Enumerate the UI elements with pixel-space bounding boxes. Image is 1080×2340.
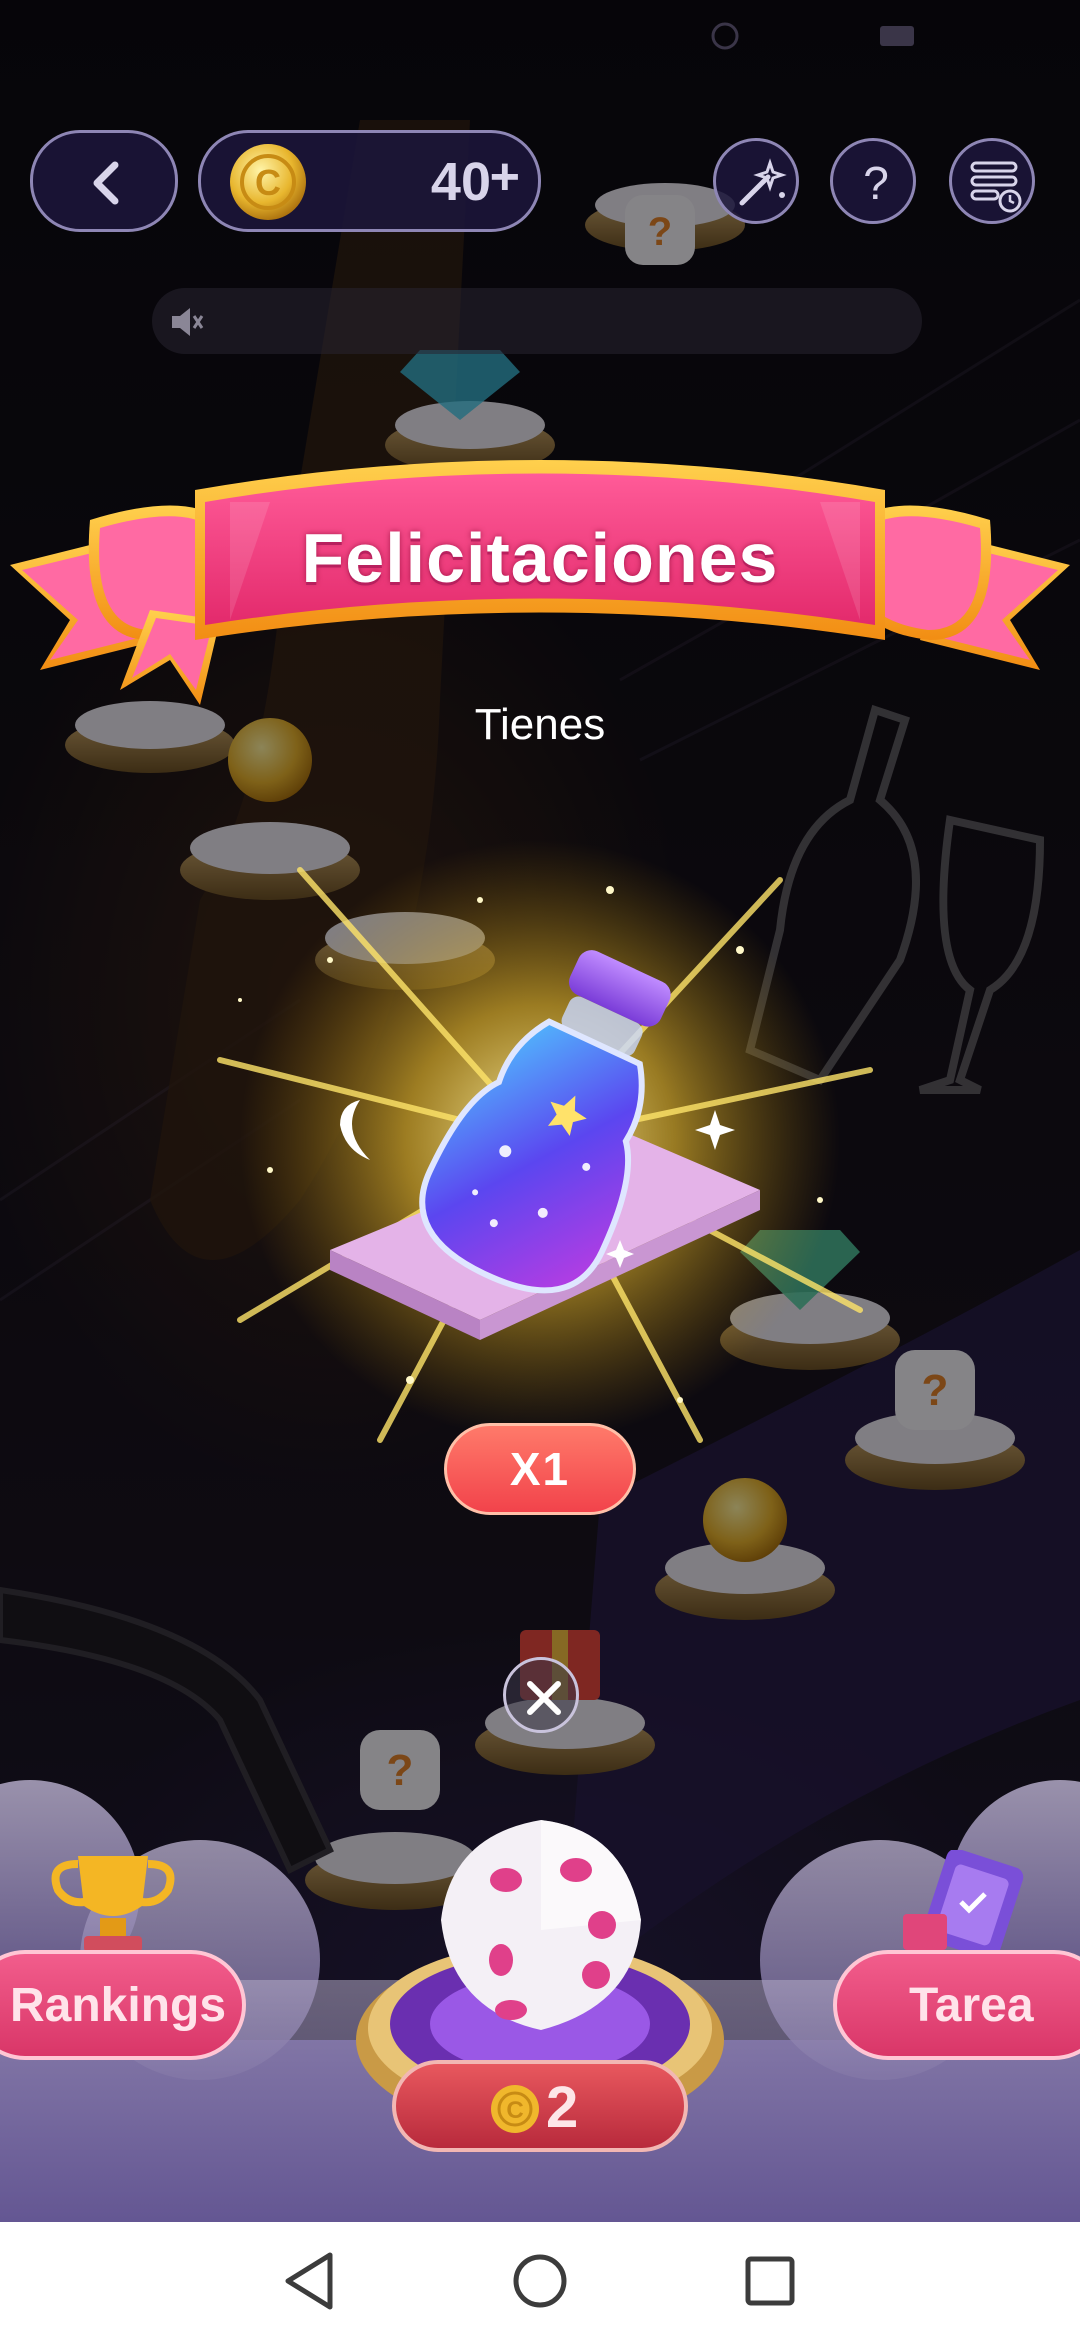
coin-icon: C	[491, 2085, 539, 2133]
add-coins-button[interactable]: +	[490, 147, 520, 207]
trophy-icon	[51, 1856, 175, 1952]
close-icon	[527, 1681, 561, 1715]
coin-icon: C	[230, 144, 306, 220]
help-button[interactable]: ?	[830, 138, 916, 224]
magic-potion-bottle-icon	[330, 950, 760, 1340]
task-button[interactable]: Tarea	[833, 1950, 1080, 2060]
back-button[interactable]	[30, 130, 178, 232]
system-nav-bar	[0, 2222, 1080, 2340]
task-clipboard-icon	[903, 1850, 1024, 1960]
modal-title: Felicitaciones	[301, 519, 779, 597]
magic-wand-icon	[739, 158, 787, 206]
speaker-muted-icon[interactable]	[166, 302, 206, 342]
roll-cost-value: 2	[546, 2075, 579, 2140]
reward-quantity-badge: X1	[444, 1423, 636, 1515]
dice-roll-button[interactable]	[426, 1810, 656, 2040]
reward-subtitle: Tienes	[474, 700, 606, 749]
announcement-bar	[152, 288, 922, 354]
coin-balance: 40	[430, 152, 491, 212]
status-bar	[0, 0, 1080, 70]
rankings-label: Rankings	[10, 1979, 227, 2032]
svg-text:?: ?	[863, 157, 889, 209]
question-mark-icon: ?	[863, 157, 889, 209]
roll-cost-pill: C 2	[392, 2060, 688, 2152]
chevron-left-icon	[93, 161, 119, 205]
svg-text:C: C	[506, 2097, 523, 2124]
nav-back-icon[interactable]	[280, 2222, 340, 2340]
rankings-button[interactable]: Rankings	[0, 1950, 246, 2060]
close-modal-button[interactable]	[503, 1657, 579, 1733]
nav-recents-icon[interactable]	[740, 2222, 800, 2340]
coin-balance-pill[interactable]: C 40 +	[198, 130, 541, 232]
history-menu-button[interactable]	[949, 138, 1035, 224]
svg-text:C: C	[255, 162, 281, 203]
task-label: Tarea	[909, 1979, 1034, 2032]
magic-wand-button[interactable]	[713, 138, 799, 224]
nav-home-icon[interactable]	[510, 2222, 570, 2340]
status-bar-icons	[711, 22, 914, 50]
list-clock-icon	[970, 161, 1022, 213]
